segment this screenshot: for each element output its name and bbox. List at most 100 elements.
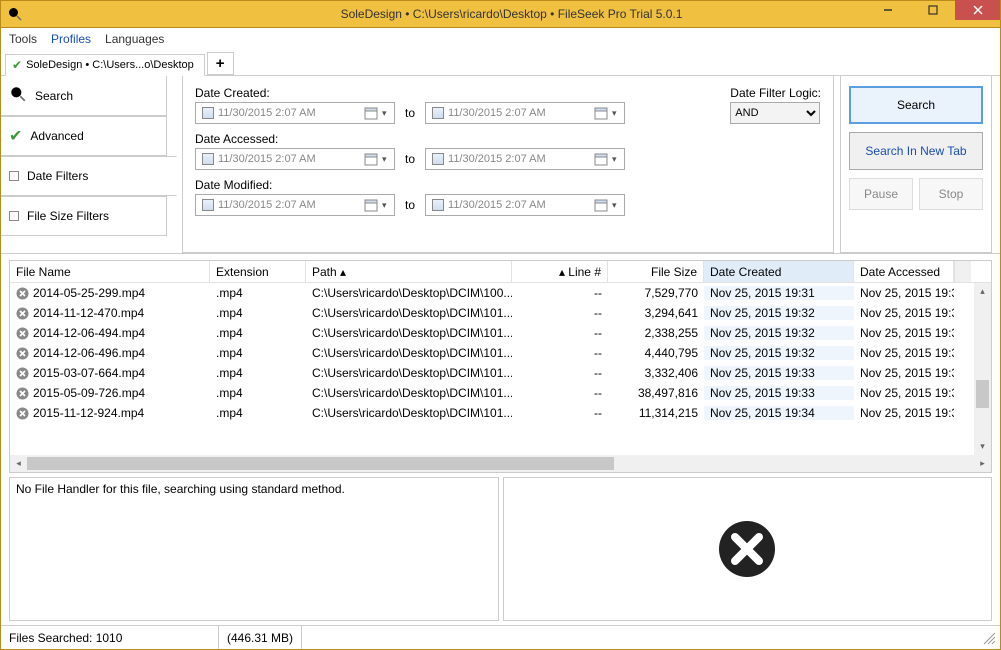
date-created-to[interactable]: 11/30/2015 2:07 AM▾ xyxy=(425,102,625,124)
horizontal-scrollbar[interactable]: ◂ ▸ xyxy=(10,455,991,472)
cell-filesize: 3,332,406 xyxy=(608,366,704,380)
cell-filesize: 2,338,255 xyxy=(608,326,704,340)
pause-button[interactable]: Pause xyxy=(849,178,913,210)
maximize-button[interactable] xyxy=(910,0,955,20)
col-filesize[interactable]: File Size xyxy=(608,261,704,282)
date-modified-label: Date Modified: xyxy=(195,178,730,192)
scroll-right-icon[interactable]: ▸ xyxy=(974,458,991,469)
date-filter-logic-select[interactable]: AND xyxy=(730,102,820,124)
cell-line: -- xyxy=(512,346,608,360)
cell-filename: 2015-05-09-726.mp4 xyxy=(33,386,145,400)
date-accessed-from[interactable]: 11/30/2015 2:07 AM▾ xyxy=(195,148,395,170)
tab-strip: ✔ SoleDesign • C:\Users...o\Desktop + xyxy=(1,50,1000,76)
col-date-created[interactable]: Date Created xyxy=(704,261,854,282)
cell-date-accessed: Nov 25, 2015 19:33 xyxy=(854,366,954,380)
menu-profiles[interactable]: Profiles xyxy=(51,32,91,46)
cell-date-created: Nov 25, 2015 19:32 xyxy=(704,306,854,320)
cell-filesize: 7,529,770 xyxy=(608,286,704,300)
checkbox-icon[interactable] xyxy=(432,153,444,165)
calendar-icon[interactable] xyxy=(364,152,378,166)
error-icon xyxy=(715,517,779,581)
cell-date-created: Nov 25, 2015 19:33 xyxy=(704,366,854,380)
table-row[interactable]: 2014-05-25-299.mp4 .mp4C:\Users\ricardo\D… xyxy=(10,283,991,303)
cell-path: C:\Users\ricardo\Desktop\DCIM\101... xyxy=(306,366,512,380)
date-modified-to[interactable]: 11/30/2015 2:07 AM▾ xyxy=(425,194,625,216)
table-row[interactable]: 2014-12-06-494.mp4.mp4C:\Users\ricardo\D… xyxy=(10,323,991,343)
close-button[interactable] xyxy=(955,0,1000,20)
table-row[interactable]: 2014-12-06-496.mp4.mp4C:\Users\ricardo\D… xyxy=(10,343,991,363)
minimize-button[interactable] xyxy=(865,0,910,20)
checkbox-icon[interactable] xyxy=(432,107,444,119)
date-modified-from[interactable]: 11/30/2015 2:07 AM▾ xyxy=(195,194,395,216)
sidebar-item-label: Date Filters xyxy=(27,169,88,183)
cell-extension: .mp4 xyxy=(210,286,306,300)
scroll-down-icon[interactable]: ▾ xyxy=(974,438,991,455)
menu-languages[interactable]: Languages xyxy=(105,32,164,46)
cell-extension: .mp4 xyxy=(210,386,306,400)
sidebar-item-label: Advanced xyxy=(30,129,83,143)
date-created-from[interactable]: 11/30/2015 2:07 AM▾ xyxy=(195,102,395,124)
sidebar-item-advanced[interactable]: ✔ Advanced xyxy=(1,116,167,156)
checkbox-icon[interactable] xyxy=(432,199,444,211)
file-error-icon xyxy=(16,307,29,320)
table-row[interactable]: 2015-11-12-924.mp4.mp4C:\Users\ricardo\D… xyxy=(10,403,991,423)
cell-filesize: 4,440,795 xyxy=(608,346,704,360)
cell-date-created: Nov 25, 2015 19:34 xyxy=(704,406,854,420)
scroll-thumb[interactable] xyxy=(27,457,614,470)
checkbox-icon[interactable] xyxy=(202,199,214,211)
chevron-down-icon[interactable]: ▾ xyxy=(382,200,392,211)
table-row[interactable]: 2015-05-09-726.mp4 .mp4C:\Users\ricardo\D… xyxy=(10,383,991,403)
cell-date-created: Nov 25, 2015 19:32 xyxy=(704,346,854,360)
chevron-down-icon[interactable]: ▾ xyxy=(612,200,622,211)
sidebar-item-date-filters[interactable]: Date Filters xyxy=(1,156,177,196)
profile-tab[interactable]: ✔ SoleDesign • C:\Users...o\Desktop xyxy=(5,54,205,76)
sidebar-item-search[interactable]: Search xyxy=(1,76,167,116)
resize-grip-icon[interactable] xyxy=(980,629,998,647)
checkbox-icon[interactable] xyxy=(202,153,214,165)
cell-filename: 2014-12-06-494.mp4 xyxy=(33,326,145,340)
table-row[interactable]: 2015-03-07-664.mp4.mp4C:\Users\ricardo\D… xyxy=(10,363,991,383)
date-created-label: Date Created: xyxy=(195,86,730,100)
app-icon xyxy=(7,6,23,22)
chevron-down-icon[interactable]: ▾ xyxy=(612,108,622,119)
col-path[interactable]: Path ▴ xyxy=(306,261,512,282)
chevron-down-icon[interactable]: ▾ xyxy=(382,108,392,119)
calendar-icon[interactable] xyxy=(594,106,608,120)
calendar-icon[interactable] xyxy=(594,198,608,212)
sidebar-item-file-size-filters[interactable]: File Size Filters xyxy=(1,196,167,236)
calendar-icon[interactable] xyxy=(594,152,608,166)
cell-filesize: 3,294,641 xyxy=(608,306,704,320)
date-filter-panel: Date Created: 11/30/2015 2:07 AM▾ to 11/… xyxy=(182,76,834,253)
status-files-searched: Files Searched: 1010 xyxy=(1,626,219,649)
scroll-up-icon[interactable]: ▴ xyxy=(974,283,991,300)
menu-tools[interactable]: Tools xyxy=(9,32,37,46)
col-line[interactable]: ▴ Line # xyxy=(512,261,608,282)
date-accessed-to[interactable]: 11/30/2015 2:07 AM▾ xyxy=(425,148,625,170)
col-filename[interactable]: File Name xyxy=(10,261,210,282)
table-row[interactable]: 2014-11-12-470.mp4.mp4C:\Users\ricardo\D… xyxy=(10,303,991,323)
cell-path: C:\Users\ricardo\Desktop\DCIM\101... xyxy=(306,386,512,400)
cell-filename: 2014-05-25-299.mp4 xyxy=(33,286,145,300)
calendar-icon[interactable] xyxy=(364,106,378,120)
chevron-down-icon[interactable]: ▾ xyxy=(612,154,622,165)
search-button[interactable]: Search xyxy=(849,86,983,124)
cell-date-created: Nov 25, 2015 19:31 xyxy=(704,286,854,300)
chevron-down-icon[interactable]: ▾ xyxy=(382,154,392,165)
checkbox-icon[interactable] xyxy=(202,107,214,119)
scroll-thumb[interactable] xyxy=(976,380,989,408)
search-new-tab-button[interactable]: Search In New Tab xyxy=(849,132,983,170)
col-date-accessed[interactable]: Date Accessed xyxy=(854,261,954,282)
col-extension[interactable]: Extension xyxy=(210,261,306,282)
scroll-left-icon[interactable]: ◂ xyxy=(10,458,27,469)
title-bar[interactable]: SoleDesign • C:\Users\ricardo\Desktop • … xyxy=(0,0,1001,28)
check-icon: ✔ xyxy=(12,58,22,72)
new-tab-button[interactable]: + xyxy=(207,52,234,75)
vertical-scrollbar[interactable]: ▴ ▾ xyxy=(974,283,991,455)
cell-path: C:\Users\ricardo\Desktop\DCIM\100... xyxy=(306,286,512,300)
stop-button[interactable]: Stop xyxy=(919,178,983,210)
file-error-icon xyxy=(16,347,29,360)
cell-date-accessed: Nov 25, 2015 19:32 xyxy=(854,346,954,360)
action-buttons: Search Search In New Tab Pause Stop xyxy=(840,76,992,253)
sidebar-item-label: Search xyxy=(35,89,73,103)
calendar-icon[interactable] xyxy=(364,198,378,212)
